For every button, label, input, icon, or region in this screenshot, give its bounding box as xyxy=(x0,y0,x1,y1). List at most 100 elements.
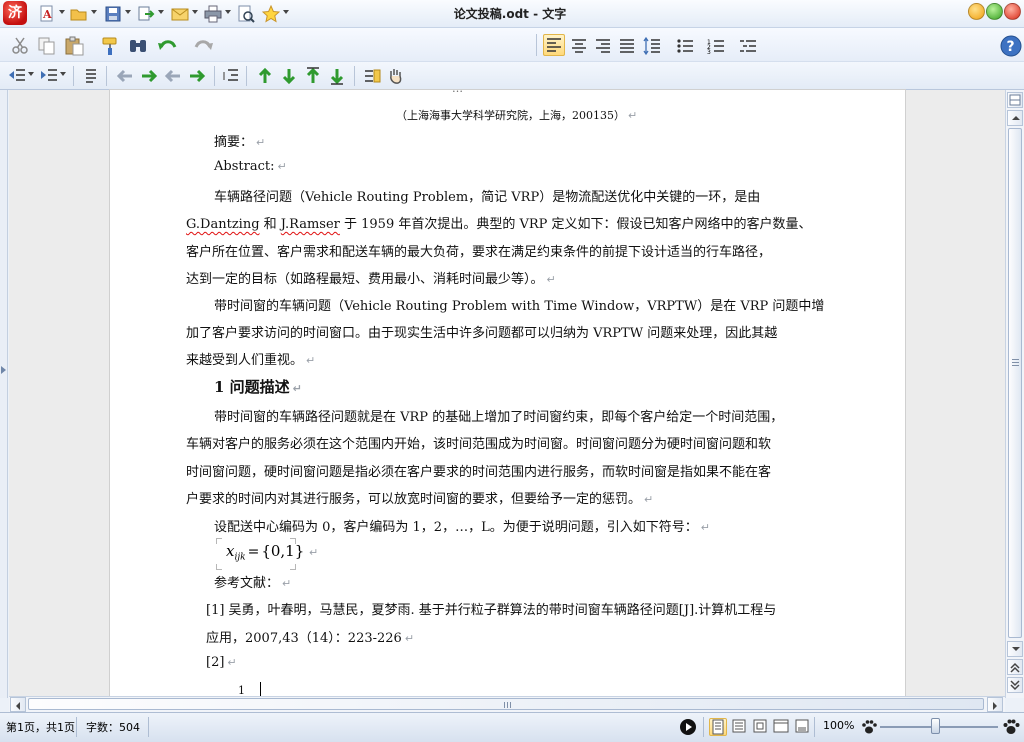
reference-1-line-2: 应用，2007,43（14）：223-226 ↵ xyxy=(206,631,415,646)
decrease-indent-icon[interactable] xyxy=(8,67,26,87)
new-dropdown-arrow-icon[interactable] xyxy=(59,10,65,14)
maximize-button[interactable] xyxy=(986,3,1003,20)
page-info: 第1页，共1页 xyxy=(6,721,75,734)
zoom-in-icon[interactable] xyxy=(1002,718,1020,736)
left-ruler xyxy=(0,90,8,698)
formula-paragraph-mark: ↵ xyxy=(309,546,319,559)
paragraph-2-line-3: 来越受到人们重视。 ↵ xyxy=(186,353,316,368)
bullet-list-icon[interactable] xyxy=(675,36,695,56)
find-icon[interactable] xyxy=(128,36,148,56)
outline-view-button[interactable] xyxy=(731,718,749,736)
text-cursor xyxy=(260,682,261,696)
scroll-up-button[interactable] xyxy=(1007,110,1023,126)
status-separator xyxy=(148,717,149,737)
increase-indent-dropdown-icon[interactable] xyxy=(60,72,66,76)
scroll-right-button[interactable] xyxy=(987,697,1003,712)
scroll-down-button[interactable] xyxy=(1007,641,1023,657)
toolbar-separator xyxy=(73,66,74,86)
multilevel-list-icon[interactable] xyxy=(738,36,758,56)
zoom-level[interactable]: 100% xyxy=(823,719,854,732)
copy-icon[interactable] xyxy=(37,36,57,56)
vertical-scrollbar[interactable] xyxy=(1005,90,1024,698)
save-icon[interactable] xyxy=(104,5,122,23)
show-formatting-icon[interactable] xyxy=(362,67,382,87)
status-separator xyxy=(814,717,815,737)
demote-arrow-icon[interactable] xyxy=(328,67,346,87)
reference-1-line-1: [1] 吴勇，叶春明，马慧民，夏梦雨. 基于并行粒子群算法的带时间窗车辆路径问题… xyxy=(206,603,777,618)
page-number: 1 xyxy=(238,684,245,696)
justify-button[interactable] xyxy=(617,36,637,56)
word-count[interactable]: 字数：504 xyxy=(86,719,140,735)
redo-icon[interactable] xyxy=(191,36,215,56)
paste-icon[interactable] xyxy=(64,36,86,56)
new-document-icon[interactable]: A xyxy=(38,5,56,23)
paragraph-4: 设配送中心编码为 0，客户编码为 1，2，…，L。为便于说明问题，引入如下符号：… xyxy=(214,520,710,535)
increase-indent-icon[interactable] xyxy=(40,67,58,87)
move-down-arrow-icon[interactable] xyxy=(280,67,298,87)
horizontal-scrollbar[interactable] xyxy=(9,696,1005,712)
close-button[interactable] xyxy=(1004,3,1021,20)
paragraph-3-line-2: 车辆对客户的服务必须在这个范围内开始，该时间范围成为时间窗。时间窗问题分为硬时间… xyxy=(186,437,772,452)
ruler-marker-icon[interactable] xyxy=(1,366,6,374)
favorite-star-icon[interactable] xyxy=(261,4,281,23)
paragraph-3-line-1: 带时间窗的车辆路径问题就是在 VRP 的基础上增加了时间窗约束，即每个客户给定一… xyxy=(214,410,784,425)
numbered-list-icon[interactable]: 123 xyxy=(706,36,726,56)
document-page[interactable]: … （上海海事大学科学研究院，上海，200135）↵ 摘要：↵ Abstract… xyxy=(110,90,905,696)
vertical-scroll-thumb[interactable] xyxy=(1008,128,1022,638)
zoom-out-icon[interactable] xyxy=(860,718,878,736)
mail-dropdown-arrow-icon[interactable] xyxy=(192,10,198,14)
favorite-dropdown-arrow-icon[interactable] xyxy=(283,10,289,14)
formula-frame-corner xyxy=(216,564,222,570)
cut-icon[interactable] xyxy=(10,36,30,56)
scroll-left-button[interactable] xyxy=(10,697,26,712)
paragraph-toolbar xyxy=(0,62,1024,90)
hand-tool-icon[interactable] xyxy=(386,67,406,87)
align-left-button[interactable] xyxy=(543,34,565,56)
print-preview-icon[interactable] xyxy=(237,5,255,23)
paragraph-3-line-4: 户要求的时间内对其进行服务，可以放宽时间窗的要求，但要给予一定的惩罚。 ↵ xyxy=(186,492,654,507)
formula-object[interactable]: xijk = {0,1} xyxy=(226,542,304,562)
decrease-indent-dropdown-icon[interactable] xyxy=(28,72,34,76)
outline-level-icon[interactable] xyxy=(222,67,240,87)
web-view-button[interactable] xyxy=(773,718,791,736)
previous-page-button[interactable] xyxy=(1007,659,1023,675)
forward-arrow-icon[interactable] xyxy=(140,67,158,87)
save-dropdown-arrow-icon[interactable] xyxy=(125,10,131,14)
app-logo[interactable]: 济 xyxy=(3,1,27,25)
section-1-heading: 1 问题描述 ↵ xyxy=(214,378,302,396)
help-icon[interactable]: ? xyxy=(1000,35,1022,57)
format-painter-icon[interactable] xyxy=(100,36,120,56)
toolbar-separator xyxy=(536,34,537,56)
export-dropdown-arrow-icon[interactable] xyxy=(158,10,164,14)
paragraph-2-line-2: 加了客户要求访问的时间窗口。由于现实生活中许多问题都可以归纳为 VRPTW 问题… xyxy=(186,326,778,341)
promote-arrow-icon[interactable] xyxy=(304,67,322,87)
affiliation-line: （上海海事大学科学研究院，上海，200135） ↵ xyxy=(396,109,638,122)
move-up-arrow-icon[interactable] xyxy=(256,67,274,87)
toolbar-separator xyxy=(246,66,247,86)
zoom-slider-thumb[interactable] xyxy=(931,718,940,734)
paragraph-1-line-3: 客户所在位置、客户需求和配送车辆的最大负荷，要求在满足约束条件的前提下设计适当的… xyxy=(186,245,772,260)
playback-icon[interactable] xyxy=(679,718,697,736)
forward-green-arrow-icon[interactable] xyxy=(188,67,206,87)
open-folder-icon[interactable] xyxy=(70,5,88,23)
undo-icon[interactable] xyxy=(156,36,180,56)
reading-view-button[interactable] xyxy=(752,718,770,736)
page-view-button[interactable] xyxy=(709,718,727,736)
align-right-button[interactable] xyxy=(593,36,613,56)
split-view-icon[interactable] xyxy=(1007,92,1023,108)
open-dropdown-arrow-icon[interactable] xyxy=(91,10,97,14)
full-screen-view-button[interactable] xyxy=(794,718,812,736)
next-page-button[interactable] xyxy=(1007,677,1023,693)
export-icon[interactable] xyxy=(137,5,155,23)
align-center-button[interactable] xyxy=(569,36,589,56)
mail-icon[interactable] xyxy=(171,5,189,23)
horizontal-scroll-thumb[interactable] xyxy=(28,698,984,710)
back-gray-arrow-icon[interactable] xyxy=(164,67,182,87)
minimize-button[interactable] xyxy=(968,3,985,20)
paragraph-format-icon[interactable] xyxy=(82,67,100,87)
back-arrow-icon[interactable] xyxy=(116,67,134,87)
print-dropdown-arrow-icon[interactable] xyxy=(225,10,231,14)
print-icon[interactable] xyxy=(204,5,222,23)
paragraph-1-line-2: G.Dantzing 和 J.Ramser 于 1959 年首次提出。典型的 V… xyxy=(186,217,812,232)
line-spacing-icon[interactable] xyxy=(642,36,662,56)
